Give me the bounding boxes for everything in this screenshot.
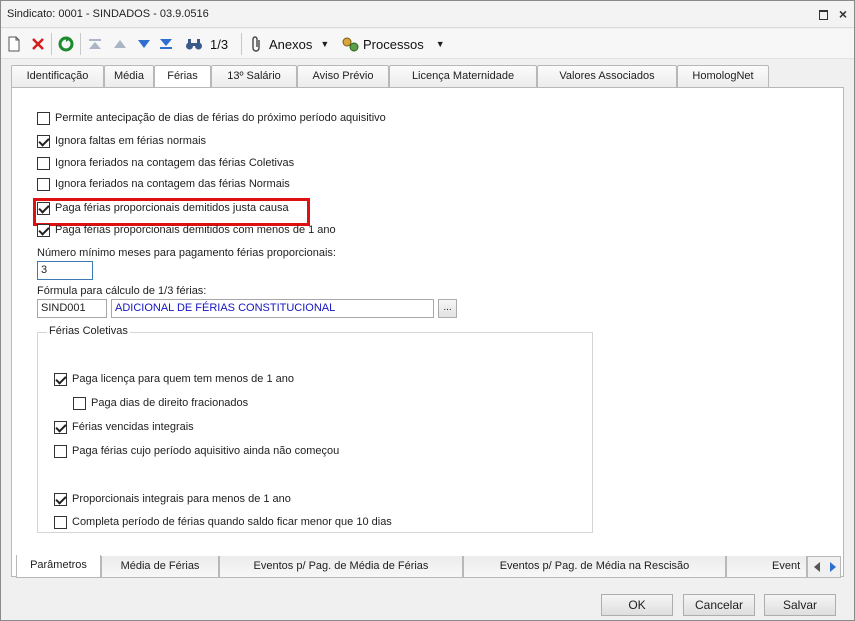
formula-label: Fórmula para cálculo de 1/3 férias:: [37, 285, 207, 297]
record-counter: 1/3: [210, 36, 229, 52]
delete-icon[interactable]: [31, 35, 45, 53]
tab-valores-associados[interactable]: Valores Associados: [537, 65, 677, 87]
checkbox[interactable]: [54, 444, 67, 458]
title-bar: Sindicato: 0001 - SINDADOS - 03.9.0516 ×: [1, 1, 854, 28]
option-label: Paga férias proporcionais demitidos just…: [55, 202, 289, 214]
checkbox[interactable]: [54, 492, 67, 506]
ok-button[interactable]: OK: [601, 594, 673, 616]
scroll-left-icon[interactable]: [811, 561, 823, 576]
option-label: Paga férias cujo período aquisitivo aind…: [72, 445, 340, 457]
tab-aviso-previo[interactable]: Aviso Prévio: [297, 65, 389, 87]
window-title: Sindicato: 0001 - SINDADOS - 03.9.0516: [7, 8, 209, 20]
next-record-icon[interactable]: [137, 35, 151, 53]
group-option-proporcionais[interactable]: Proporcionais integrais para menos de 1 …: [54, 491, 291, 507]
search-icon[interactable]: [185, 35, 203, 53]
option-label: Férias vencidas integrais: [72, 421, 194, 433]
group-option-licenca[interactable]: Paga licença para quem tem menos de 1 an…: [54, 371, 294, 387]
group-option-nao-comecou[interactable]: Paga férias cujo período aquisitivo aind…: [54, 443, 339, 459]
checkbox[interactable]: [54, 515, 67, 529]
new-document-icon[interactable]: [7, 35, 21, 53]
tab-eventos-truncated[interactable]: Event: [726, 556, 807, 578]
tab-scroll-buttons: [807, 556, 841, 578]
tab-homolognet[interactable]: HomologNet: [677, 65, 769, 87]
formula-description-field: ADICIONAL DE FÉRIAS CONSTITUCIONAL: [111, 299, 434, 318]
chevron-down-icon: ▼: [320, 39, 330, 49]
ferias-coletivas-group: Férias Coletivas Paga licença para quem …: [37, 325, 593, 533]
min-months-input[interactable]: 3: [37, 261, 93, 280]
option-feriados-normais[interactable]: Ignora feriados na contagem das férias N…: [37, 176, 290, 192]
toolbar-separator: [51, 33, 52, 55]
gears-icon: [342, 37, 359, 52]
option-label: Ignora faltas em férias normais: [55, 135, 207, 147]
option-ignora-faltas[interactable]: Ignora faltas em férias normais: [37, 133, 206, 149]
tab-13-salario[interactable]: 13º Salário: [211, 65, 297, 87]
option-menos-1-ano[interactable]: Paga férias proporcionais demitidos com …: [37, 222, 336, 238]
toolbar-separator: [241, 33, 242, 55]
ferias-panel: Permite antecipação de dias de férias do…: [11, 87, 844, 577]
checkbox[interactable]: [37, 201, 50, 215]
tab-eventos-media-ferias[interactable]: Eventos p/ Pag. de Média de Férias: [219, 556, 463, 578]
option-label: Paga férias proporcionais demitidos com …: [55, 224, 336, 236]
checkbox[interactable]: [37, 223, 50, 237]
checkbox[interactable]: [54, 372, 67, 386]
option-justa-causa[interactable]: Paga férias proporcionais demitidos just…: [37, 200, 289, 216]
formula-code-input[interactable]: SIND001: [37, 299, 107, 318]
tab-media[interactable]: Média: [104, 65, 154, 87]
checkbox[interactable]: [37, 156, 50, 170]
tab-identificacao[interactable]: Identificação: [11, 65, 104, 87]
tab-media-de-ferias[interactable]: Média de Férias: [101, 556, 219, 578]
scroll-right-icon[interactable]: [827, 561, 839, 576]
refresh-icon[interactable]: [58, 35, 74, 53]
option-label: Ignora feriados na contagem das férias C…: [55, 157, 295, 169]
attachments-label: Anexos: [269, 36, 313, 52]
option-label: Paga dias de direito fracionados: [91, 397, 249, 409]
group-title: Férias Coletivas: [47, 325, 130, 337]
chevron-down-icon: ▼: [435, 39, 445, 49]
top-tab-strip: Identificação Média Férias 13º Salário A…: [11, 65, 844, 88]
option-feriados-coletivas[interactable]: Ignora feriados na contagem das férias C…: [37, 155, 294, 171]
processes-label: Processos: [363, 36, 424, 52]
option-label: Ignora feriados na contagem das férias N…: [55, 178, 290, 190]
first-record-icon[interactable]: [88, 35, 102, 53]
previous-record-icon[interactable]: [113, 35, 127, 53]
checkbox[interactable]: [73, 396, 86, 410]
tab-ferias[interactable]: Férias: [154, 65, 211, 88]
last-record-icon[interactable]: [159, 35, 173, 53]
option-label: Paga licença para quem tem menos de 1 an…: [72, 373, 294, 385]
tab-licenca-maternidade[interactable]: Licença Maternidade: [389, 65, 537, 87]
dialog-window: Sindicato: 0001 - SINDADOS - 03.9.0516 ×: [0, 0, 855, 621]
toolbar-separator: [80, 33, 81, 55]
bottom-tab-strip: Parâmetros Média de Férias Eventos p/ Pa…: [16, 555, 841, 578]
min-months-label: Número mínimo meses para pagamento féria…: [37, 247, 336, 259]
save-button[interactable]: Salvar: [764, 594, 836, 616]
group-option-fracionados[interactable]: Paga dias de direito fracionados: [73, 395, 248, 411]
checkbox[interactable]: [37, 177, 50, 191]
processes-button[interactable]: Processos ▼: [341, 35, 445, 53]
group-option-completa[interactable]: Completa período de férias quando saldo …: [54, 514, 392, 530]
restore-icon[interactable]: [816, 7, 830, 21]
tab-eventos-media-rescisao[interactable]: Eventos p/ Pag. de Média na Rescisão: [463, 556, 726, 578]
paperclip-icon: [252, 36, 260, 52]
close-icon[interactable]: ×: [836, 7, 850, 21]
option-label: Permite antecipação de dias de férias do…: [55, 112, 386, 124]
option-label: Completa período de férias quando saldo …: [72, 516, 392, 528]
checkbox[interactable]: [37, 134, 50, 148]
checkbox[interactable]: [54, 420, 67, 434]
option-antecipacao[interactable]: Permite antecipação de dias de férias do…: [37, 110, 386, 126]
formula-lookup-button[interactable]: ...: [438, 299, 457, 318]
toolbar: 1/3 Anexos ▼ Processos ▼: [1, 29, 854, 59]
checkbox[interactable]: [37, 111, 50, 125]
tab-parametros[interactable]: Parâmetros: [16, 555, 101, 578]
option-label: Proporcionais integrais para menos de 1 …: [72, 493, 291, 505]
attachments-button[interactable]: Anexos ▼: [251, 35, 329, 53]
group-option-vencidas[interactable]: Férias vencidas integrais: [54, 419, 194, 435]
cancel-button[interactable]: Cancelar: [683, 594, 755, 616]
